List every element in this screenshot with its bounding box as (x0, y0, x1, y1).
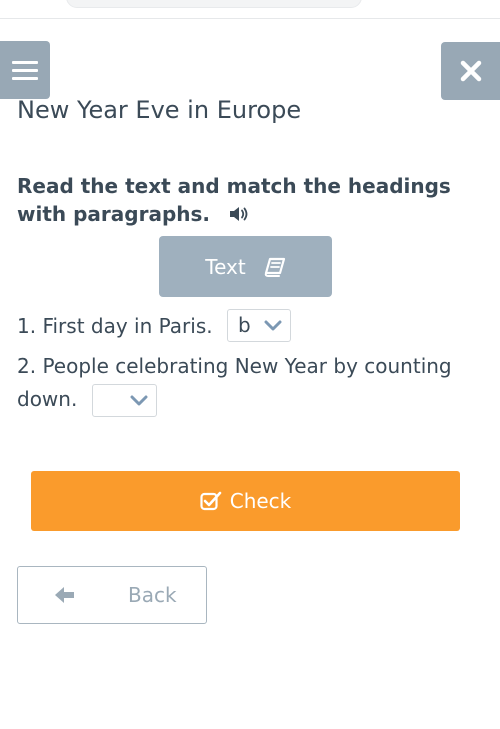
arrow-left-icon (55, 587, 74, 603)
question-1-selected-value: b (237, 313, 251, 337)
text-button[interactable]: Text (159, 236, 332, 297)
text-button-label: Text (205, 254, 246, 279)
question-1: 1. First day in Paris. b (17, 309, 291, 343)
chevron-down-icon (264, 320, 282, 330)
close-x-icon (460, 60, 481, 82)
speaker-icon[interactable] (229, 205, 249, 223)
back-button-label: Back (128, 583, 177, 607)
check-button-label: Check (229, 489, 292, 513)
checkbox-icon (200, 491, 222, 511)
book-icon (264, 257, 285, 277)
question-2: 2. People celebrating New Year by counti… (17, 350, 487, 417)
question-1-prompt: 1. First day in Paris. (17, 314, 213, 338)
task-instructions: Read the text and match the headings wit… (17, 172, 477, 228)
close-button[interactable] (441, 42, 500, 100)
browser-top-bar (0, 0, 500, 19)
hamburger-menu-icon-line (12, 68, 38, 72)
question-1-answer-select[interactable]: b (226, 309, 291, 342)
chevron-down-icon (130, 395, 148, 405)
question-2-prompt: 2. People celebrating New Year by counti… (17, 354, 452, 411)
menu-button[interactable] (0, 41, 50, 99)
question-2-answer-select[interactable] (91, 384, 157, 417)
hamburger-menu-icon-line (12, 76, 38, 80)
check-button[interactable]: Check (31, 471, 460, 531)
hamburger-menu-icon (12, 60, 38, 64)
page-title: New Year Eve in Europe (17, 96, 302, 124)
back-button[interactable]: Back (17, 566, 207, 624)
address-bar[interactable] (66, 0, 362, 8)
